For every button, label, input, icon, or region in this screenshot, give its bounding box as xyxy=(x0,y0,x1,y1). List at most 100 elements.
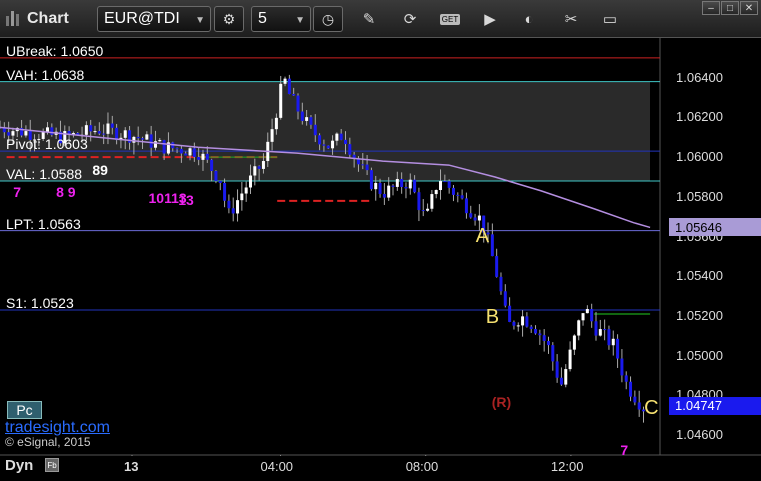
candle-body xyxy=(525,316,529,327)
level-label-3: VAL: 1.0588 xyxy=(6,165,83,182)
annotation-1: 8 9 xyxy=(56,183,76,200)
candle-body xyxy=(106,123,110,134)
candle-body xyxy=(24,131,28,136)
candle-body xyxy=(430,194,434,209)
candle-body xyxy=(123,130,127,138)
candle-body xyxy=(577,320,581,336)
candle-body xyxy=(603,329,607,331)
candle-body xyxy=(620,358,624,376)
maximize-button[interactable]: □ xyxy=(721,1,739,15)
candle-body xyxy=(607,329,611,346)
dyn-label[interactable]: Dyn xyxy=(5,457,33,474)
candle-body xyxy=(179,148,183,154)
time-button[interactable]: ◷ xyxy=(313,6,343,32)
candle-body xyxy=(490,234,494,257)
candle-body xyxy=(564,369,568,385)
level-label-2: Pivot: 1.0603 xyxy=(6,136,88,153)
candle-body xyxy=(361,164,365,166)
candle-body xyxy=(300,111,304,121)
candle-body xyxy=(629,381,633,397)
annotation-5: (R) xyxy=(491,394,512,411)
candle-body xyxy=(11,131,15,136)
candle-body xyxy=(616,338,620,359)
candle-body xyxy=(313,124,317,136)
symbol-value: EUR@TDI xyxy=(104,10,180,27)
candle-body xyxy=(400,178,404,187)
candle-body xyxy=(378,182,382,194)
level-label-1: VAH: 1.0638 xyxy=(6,66,85,83)
toggle-icon[interactable]: ◐ xyxy=(518,9,540,29)
candle-body xyxy=(309,117,313,125)
candle-body xyxy=(434,190,438,195)
note-icon[interactable]: ▭ xyxy=(599,9,621,29)
candle-body xyxy=(136,136,140,139)
candle-body xyxy=(382,193,386,198)
candle-body xyxy=(503,291,507,306)
chart-logo-icon xyxy=(6,11,19,26)
y-tick-1: 1.06200 xyxy=(676,109,723,125)
y-tick-5: 1.05400 xyxy=(676,268,723,284)
candle-body xyxy=(551,345,555,362)
candle-body xyxy=(387,185,391,198)
candle-body xyxy=(508,305,512,322)
candle-body xyxy=(292,93,296,96)
interval-dropdown[interactable]: 5 ▼ xyxy=(251,6,311,32)
candle-body xyxy=(93,131,97,133)
get-label: GET xyxy=(439,13,461,25)
candle-body xyxy=(184,153,188,156)
candle-body xyxy=(162,140,166,154)
candle-body xyxy=(559,377,563,385)
chevron-down-icon: ▼ xyxy=(295,15,305,26)
candle-body xyxy=(521,316,525,326)
candle-body xyxy=(451,187,455,195)
candle-body xyxy=(391,185,395,187)
candle-body xyxy=(447,181,451,188)
play-icon[interactable]: ▶ xyxy=(479,9,501,29)
candle-body xyxy=(223,182,227,201)
candle-body xyxy=(585,309,589,314)
candle-body xyxy=(456,194,460,196)
price-chart[interactable] xyxy=(0,38,761,456)
candle-body xyxy=(7,132,11,136)
annotation-0: 89 xyxy=(92,162,108,179)
candle-body xyxy=(175,148,179,150)
candle-body xyxy=(495,256,499,277)
candle-body xyxy=(460,195,464,199)
refresh-icon[interactable]: ⟳ xyxy=(399,9,421,29)
candle-body xyxy=(46,127,50,132)
candle-body xyxy=(404,186,408,189)
candle-body xyxy=(624,375,628,382)
pc-badge[interactable]: Pc xyxy=(7,401,42,419)
candle-body xyxy=(464,198,468,214)
candle-body xyxy=(218,180,222,183)
candle-body xyxy=(611,338,615,346)
get-icon[interactable]: GET xyxy=(439,9,461,29)
candle-body xyxy=(188,148,192,156)
candle-body xyxy=(473,217,477,221)
settings-button[interactable]: ⚙ xyxy=(214,6,244,32)
candle-body xyxy=(145,134,149,140)
candle-body xyxy=(326,145,330,149)
annotation-6: 7 xyxy=(620,442,629,459)
candle-body xyxy=(542,335,546,341)
close-button[interactable]: ✕ xyxy=(740,1,758,15)
candle-body xyxy=(197,156,201,160)
annotation-4: 13 xyxy=(178,191,194,208)
price-tag-0: 1.05646 xyxy=(669,218,761,237)
symbol-dropdown[interactable]: EUR@TDI ▼ xyxy=(97,6,211,32)
title-bar: Chart EUR@TDI ▼ ⚙ 5 ▼ ◷ ✎ ⟳ GET ▶ ◐ ✂ ▭ … xyxy=(0,0,761,38)
candle-body xyxy=(132,136,136,143)
candle-body xyxy=(318,135,322,145)
pencil-icon[interactable]: ✎ xyxy=(358,9,380,29)
candle-body xyxy=(102,133,106,135)
candle-body xyxy=(598,329,602,336)
level-label-0: UBreak: 1.0650 xyxy=(6,42,104,59)
minimize-button[interactable]: – xyxy=(702,1,720,15)
candle-body xyxy=(149,134,153,148)
gear-icon: ⚙ xyxy=(222,10,236,27)
tools-icon[interactable]: ✂ xyxy=(560,9,582,29)
y-tick-2: 1.06000 xyxy=(676,149,723,165)
candle-body xyxy=(568,349,572,370)
candle-body xyxy=(240,193,244,201)
dyn-icon[interactable]: Fb xyxy=(45,458,59,472)
